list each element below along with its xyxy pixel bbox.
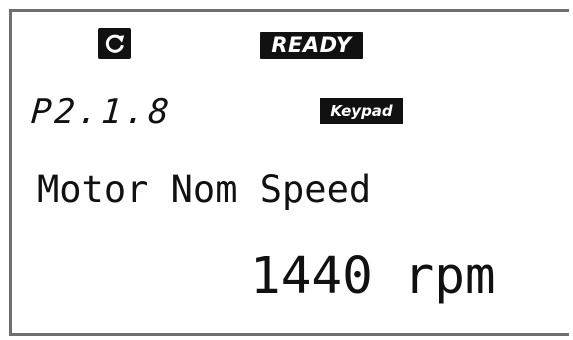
rotate-clockwise-icon — [98, 28, 131, 59]
status-badge: READY — [260, 32, 363, 59]
control-place-badge: Keypad — [320, 98, 403, 124]
parameter-code: P2.1.8 — [29, 92, 174, 132]
parameter-name: Motor Nom Speed — [37, 168, 372, 211]
parameter-value: 1440 rpm — [250, 247, 496, 306]
